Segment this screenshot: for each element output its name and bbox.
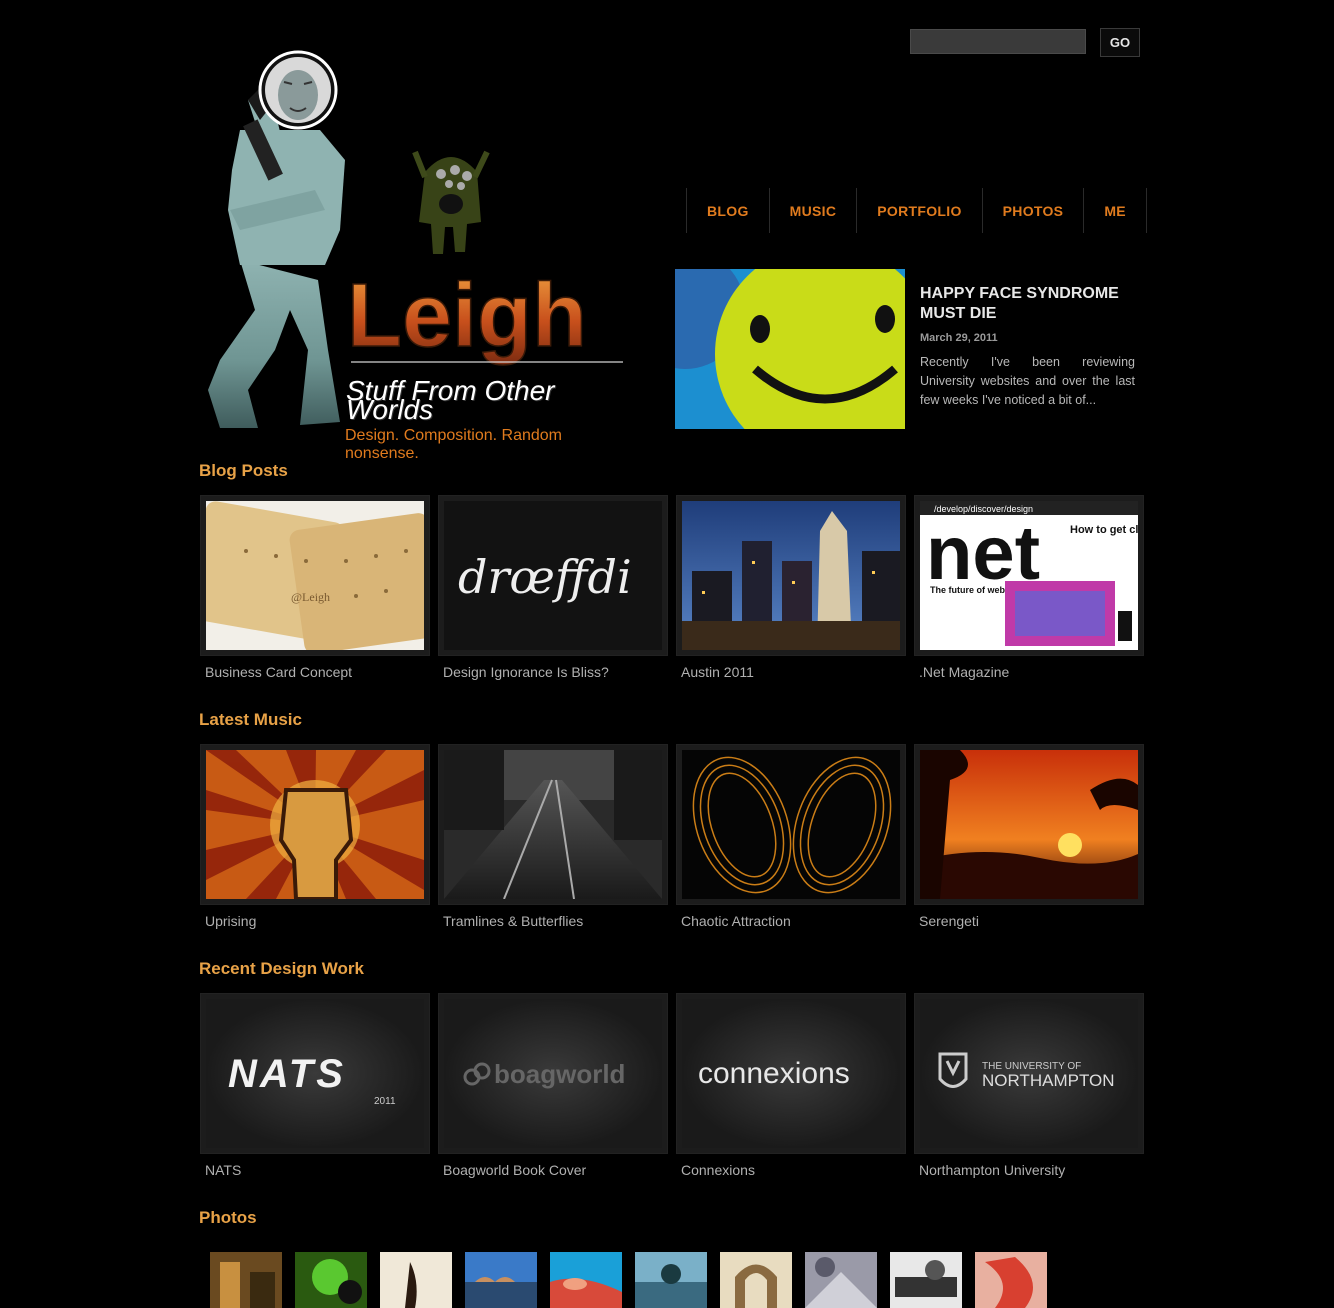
design-caption[interactable]: Northampton University — [914, 1162, 1144, 1178]
boagworld-logo-image: boagworld — [444, 999, 662, 1148]
script-typography-image: drœffdi — [444, 501, 662, 650]
blog-caption[interactable]: Austin 2011 — [676, 664, 906, 680]
blog-posts-heading: Blog Posts — [199, 461, 288, 480]
recent-design-grid: NATS 2011 NATS boagworld Boagworld Book … — [200, 993, 1144, 1178]
photo-thumbnail[interactable] — [890, 1252, 962, 1308]
search-input[interactable] — [910, 29, 1086, 54]
music-caption[interactable]: Tramlines & Butterflies — [438, 913, 668, 929]
crackers-image: @Leigh — [206, 501, 424, 650]
design-card-nats[interactable]: NATS 2011 NATS — [200, 993, 430, 1178]
nav-music[interactable]: MUSIC — [770, 188, 858, 233]
music-card-serengeti[interactable]: Serengeti — [914, 744, 1144, 929]
svg-text:drœffdi: drœffdi — [458, 550, 632, 604]
nav-me[interactable]: ME — [1084, 188, 1147, 233]
northampton-logo-image: THE UNIVERSITY OF NORTHAMPTON — [920, 999, 1138, 1148]
site-subtagline: Design. Composition. Random nonsense. — [345, 427, 562, 462]
blog-card-design-ignorance[interactable]: drœffdi Design Ignorance Is Bliss? — [438, 495, 668, 680]
austin-city-image — [682, 501, 900, 650]
featured-post-excerpt: Recently I've been reviewing University … — [920, 355, 1135, 407]
blog-card-net-magazine[interactable]: /develop/discover/design net How to get … — [914, 495, 1144, 680]
blog-caption[interactable]: Design Ignorance Is Bliss? — [438, 664, 668, 680]
featured-post-image[interactable] — [675, 269, 905, 429]
blog-card-austin[interactable]: Austin 2011 — [676, 495, 906, 680]
music-caption[interactable]: Chaotic Attraction — [676, 913, 906, 929]
svg-text:How to get clients on side: How to get clients on side — [1070, 524, 1138, 536]
featured-post-title[interactable]: HAPPY FACE SYNDROME MUST DIE — [920, 284, 1140, 324]
photo-thumbnail[interactable] — [465, 1252, 537, 1308]
svg-text:Leigh: Leigh — [347, 266, 587, 366]
net-magazine-cover-image: /develop/discover/design net How to get … — [920, 501, 1138, 650]
music-caption[interactable]: Serengeti — [914, 913, 1144, 929]
main-nav: BLOG MUSIC PORTFOLIO PHOTOS ME — [686, 188, 1147, 233]
svg-text:@Leigh: @Leigh — [291, 590, 330, 604]
connexions-logo-image: connexions — [682, 999, 900, 1148]
blog-posts-grid: @Leigh Business Card Concept drœffdi Des… — [200, 495, 1144, 680]
svg-text:NATS: NATS — [228, 1052, 346, 1096]
photos-strip — [210, 1252, 1047, 1308]
recent-design-heading: Recent Design Work — [199, 959, 365, 978]
design-caption[interactable]: Connexions — [676, 1162, 906, 1178]
design-card-northampton[interactable]: THE UNIVERSITY OF NORTHAMPTON Northampto… — [914, 993, 1144, 1178]
music-card-tramlines[interactable]: Tramlines & Butterflies — [438, 744, 668, 929]
featured-post-date: March 29, 2011 — [920, 332, 998, 344]
photo-thumbnail[interactable] — [550, 1252, 622, 1308]
green-monster-illustration — [412, 150, 490, 254]
blog-caption[interactable]: .Net Magazine — [914, 664, 1144, 680]
svg-text:NORTHAMPTON: NORTHAMPTON — [982, 1071, 1115, 1090]
design-caption[interactable]: Boagworld Book Cover — [438, 1162, 668, 1178]
blog-caption[interactable]: Business Card Concept — [200, 664, 430, 680]
nats-logo-image: NATS 2011 — [206, 999, 424, 1148]
blog-card-business-card[interactable]: @Leigh Business Card Concept — [200, 495, 430, 680]
music-caption[interactable]: Uprising — [200, 913, 430, 929]
latest-music-heading: Latest Music — [199, 710, 302, 729]
design-caption[interactable]: NATS — [200, 1162, 430, 1178]
latest-music-grid: Uprising Tramlines & Butterflies Chaotic… — [200, 744, 1144, 929]
music-card-uprising[interactable]: Uprising — [200, 744, 430, 929]
svg-text:2011: 2011 — [374, 1096, 396, 1107]
astronaut-mascot-illustration — [208, 50, 345, 428]
nav-blog[interactable]: BLOG — [687, 188, 770, 233]
photo-thumbnail[interactable] — [720, 1252, 792, 1308]
leigh-logo: Leigh — [346, 266, 623, 367]
nav-portfolio[interactable]: PORTFOLIO — [857, 188, 983, 233]
rainy-street-image — [444, 750, 662, 899]
light-trails-image — [682, 750, 900, 899]
svg-text:boagworld: boagworld — [494, 1059, 625, 1089]
photo-thumbnail[interactable] — [380, 1252, 452, 1308]
music-card-chaotic-attraction[interactable]: Chaotic Attraction — [676, 744, 906, 929]
raised-fist-image — [206, 750, 424, 899]
photo-thumbnail[interactable] — [805, 1252, 877, 1308]
sunset-image — [920, 750, 1138, 899]
nav-photos[interactable]: PHOTOS — [983, 188, 1085, 233]
search-go-button[interactable]: GO — [1100, 28, 1140, 57]
photo-thumbnail[interactable] — [295, 1252, 367, 1308]
design-card-connexions[interactable]: connexions Connexions — [676, 993, 906, 1178]
svg-text:connexions: connexions — [698, 1057, 850, 1090]
photo-thumbnail[interactable] — [210, 1252, 282, 1308]
photo-thumbnail[interactable] — [975, 1252, 1047, 1308]
site-tagline: Stuff From Other Worlds — [346, 375, 555, 425]
photos-heading: Photos — [199, 1208, 257, 1227]
design-card-boagworld[interactable]: boagworld Boagworld Book Cover — [438, 993, 668, 1178]
smiley-face-image — [675, 269, 905, 429]
photo-thumbnail[interactable] — [635, 1252, 707, 1308]
